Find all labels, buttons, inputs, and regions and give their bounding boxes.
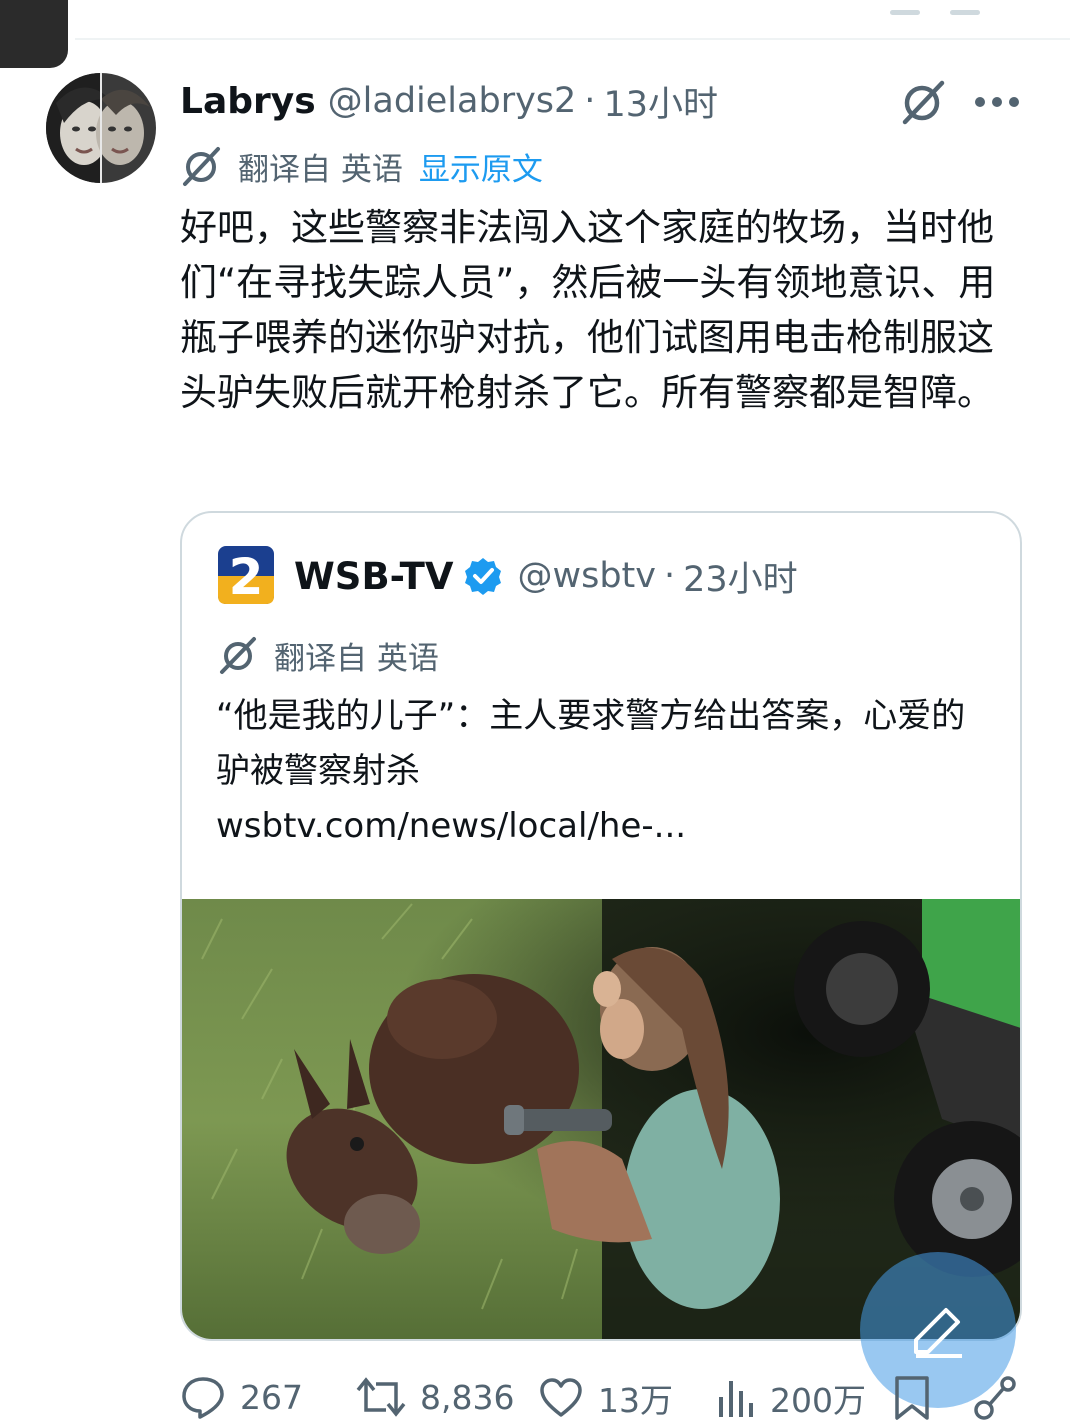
- views-button[interactable]: 200万: [716, 1374, 866, 1422]
- author-name[interactable]: Labrys: [180, 81, 316, 122]
- quoted-tweet-card[interactable]: 2 WSB-TV @wsbtv · 23小时 翻译自 英语 “他是我的儿子”：主…: [180, 511, 1022, 1341]
- translate-icon: [180, 145, 222, 187]
- quoted-translated-from-label: 翻译自 英语: [274, 640, 439, 677]
- translate-icon: [218, 635, 258, 675]
- bookmark-button[interactable]: [892, 1374, 932, 1422]
- compose-icon: [914, 1308, 962, 1358]
- more-icon[interactable]: [972, 94, 1022, 108]
- tweet-time[interactable]: 13小时: [603, 76, 718, 127]
- quoted-author-name[interactable]: WSB-TV: [294, 555, 453, 598]
- tweet-divider: [75, 38, 1070, 40]
- like-icon: [540, 1378, 582, 1417]
- avatar[interactable]: [46, 73, 156, 183]
- reply-count: 267: [240, 1377, 303, 1417]
- quoted-tweet-header: WSB-TV @wsbtv · 23小时: [294, 551, 798, 602]
- quoted-translation-notice: 翻译自 英语: [218, 633, 439, 677]
- bookmark-icon: [895, 1376, 929, 1420]
- tweet-action-bar: 267 8,836 13万 200万: [0, 1370, 1070, 1426]
- quoted-tweet-time[interactable]: 23小时: [683, 551, 798, 602]
- quoted-tweet-link[interactable]: wsbtv.com/news/local/he-...: [216, 801, 686, 851]
- like-button[interactable]: 13万: [538, 1374, 673, 1422]
- repost-count: 8,836: [420, 1377, 515, 1417]
- author-handle[interactable]: @ladielabrys2: [328, 81, 577, 121]
- wsbtv-logo: 2: [218, 546, 274, 606]
- tweet-text: 好吧，这些警察非法闯入这个家庭的牧场，当时他们“在寻找失踪人员”，然后被一头有领…: [180, 206, 996, 414]
- share-icon: [974, 1376, 1016, 1420]
- share-button[interactable]: [972, 1374, 1020, 1422]
- grok-icon[interactable]: [898, 78, 948, 126]
- repost-icon: [356, 1377, 406, 1417]
- like-count: 13万: [598, 1381, 673, 1420]
- tweet-header: Labrys @ladielabrys2 · 13小时: [180, 76, 718, 127]
- repost-button[interactable]: 8,836: [356, 1374, 514, 1420]
- views-icon: [719, 1381, 753, 1417]
- translated-from-label: 翻译自 英语: [238, 151, 403, 188]
- show-original-link[interactable]: 显示原文: [419, 144, 543, 189]
- reply-button[interactable]: 267: [180, 1374, 303, 1420]
- previous-actions-fragment: [890, 0, 1050, 15]
- separator-dot: ·: [584, 81, 596, 121]
- top-bar-fragment: [0, 0, 68, 68]
- quoted-tweet-text: “他是我的儿子”：主人要求警方给出答案，心爱的驴被警察射杀: [216, 696, 966, 791]
- separator-dot: ·: [663, 556, 676, 596]
- reply-icon: [182, 1377, 224, 1419]
- wsbtv-logo-number: 2: [229, 548, 264, 604]
- view-count: 200万: [770, 1381, 866, 1420]
- verified-icon: [463, 556, 503, 596]
- translation-notice: 翻译自 英语 显示原文: [180, 144, 543, 188]
- quoted-author-handle[interactable]: @wsbtv: [517, 556, 656, 596]
